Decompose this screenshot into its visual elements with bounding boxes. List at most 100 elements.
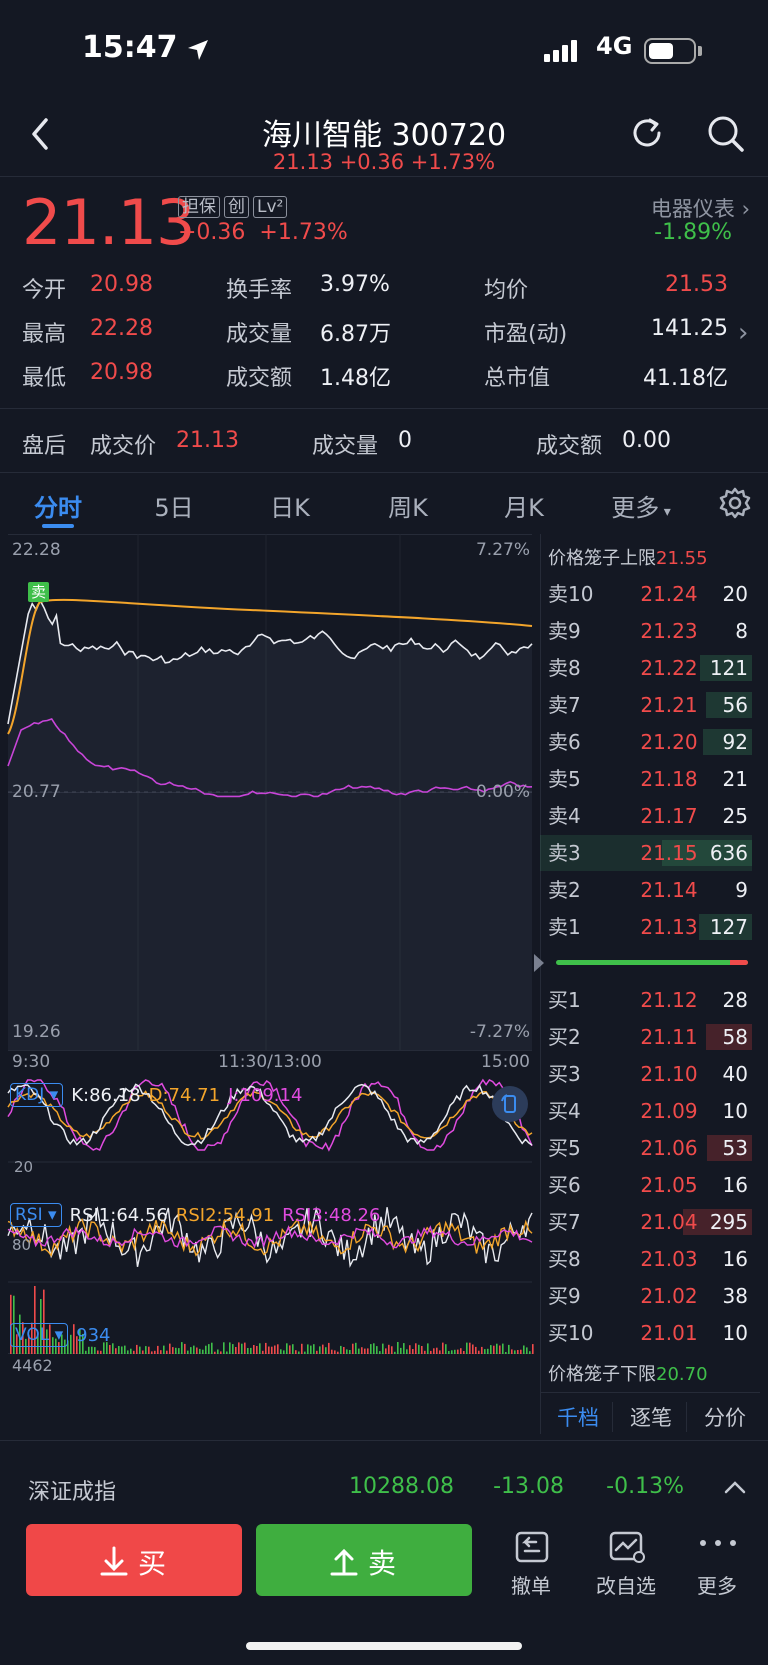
lower-limit-label: 价格笼子下限 bbox=[548, 1364, 656, 1385]
bid-price: 21.10 bbox=[640, 1062, 698, 1086]
volume-bar bbox=[376, 1346, 378, 1354]
volume-bar bbox=[427, 1343, 429, 1354]
volume-bar bbox=[235, 1347, 237, 1354]
volume-bar bbox=[181, 1342, 183, 1354]
tab-level-thousand[interactable]: 千档 bbox=[540, 1402, 616, 1432]
post-volume: 0 bbox=[398, 428, 412, 453]
expand-arrow-icon[interactable] bbox=[532, 952, 546, 974]
bid-row[interactable]: 买9 21.02 38 bbox=[540, 1278, 752, 1314]
buy-arrow-icon bbox=[100, 1546, 128, 1576]
change-pct: +1.73% bbox=[259, 220, 348, 245]
buy-button[interactable]: 买 bbox=[26, 1524, 242, 1596]
ask-row[interactable]: 卖1 21.13 127 bbox=[540, 909, 752, 945]
volume-bar bbox=[232, 1344, 234, 1354]
sell-marker[interactable]: 卖 bbox=[28, 582, 50, 602]
status-bar: 15:47 4G bbox=[0, 0, 768, 100]
ask-row[interactable]: 卖9 21.23 8 bbox=[540, 613, 752, 649]
volume-bar bbox=[163, 1345, 165, 1354]
bid-row[interactable]: 买5 21.06 53 bbox=[540, 1130, 752, 1166]
tab-more[interactable]: 更多 ▾ bbox=[596, 488, 686, 523]
ask-row[interactable]: 卖7 21.21 56 bbox=[540, 687, 752, 723]
stat-label: 成交额 bbox=[226, 366, 293, 391]
sector-link[interactable]: 电器仪表 › bbox=[560, 193, 750, 223]
pct-axis-mid: 0.00% bbox=[475, 782, 530, 802]
volume-bar bbox=[373, 1343, 375, 1354]
volume-bar bbox=[160, 1350, 162, 1354]
stat-value: 41.18亿 bbox=[643, 366, 728, 391]
price-area bbox=[8, 600, 532, 1050]
vol-selector[interactable]: VOL ▾ bbox=[10, 1323, 69, 1347]
index-bar[interactable]: 深证成指 10288.08 -13.08 -0.13% bbox=[0, 1446, 768, 1530]
refresh-icon[interactable] bbox=[628, 114, 666, 152]
watchlist-chart-icon bbox=[609, 1531, 645, 1563]
bid-row[interactable]: 买3 21.10 40 bbox=[540, 1056, 752, 1092]
bid-row[interactable]: 买10 21.01 10 bbox=[540, 1315, 752, 1351]
volume-bar bbox=[409, 1345, 411, 1354]
rsi-selector[interactable]: RSI ▾ bbox=[10, 1203, 62, 1227]
gear-icon[interactable] bbox=[718, 486, 752, 520]
chevron-right-icon[interactable]: › bbox=[738, 318, 748, 348]
bid-row[interactable]: 买8 21.03 16 bbox=[540, 1241, 752, 1277]
volume-bar bbox=[472, 1344, 474, 1354]
bid-row[interactable]: 买4 21.09 10 bbox=[540, 1093, 752, 1129]
ask-row[interactable]: 卖8 21.22 121 bbox=[540, 650, 752, 686]
sell-button[interactable]: 卖 bbox=[256, 1524, 472, 1596]
volume-bar bbox=[454, 1349, 456, 1354]
bid-row[interactable]: 买1 21.12 28 bbox=[540, 982, 752, 1018]
sell-label: 卖 bbox=[368, 1547, 397, 1580]
chevron-up-icon[interactable] bbox=[724, 1480, 746, 1494]
divider bbox=[0, 408, 768, 409]
ask-price: 21.24 bbox=[640, 582, 698, 606]
bid-price: 21.05 bbox=[640, 1173, 698, 1197]
volume-bar bbox=[424, 1350, 426, 1354]
tab-tick-by-tick[interactable]: 逐笔 bbox=[612, 1402, 689, 1432]
ask-row[interactable]: 卖6 21.20 92 bbox=[540, 724, 752, 760]
ask-row[interactable]: 卖2 21.14 9 bbox=[540, 872, 752, 908]
tab-daily-k[interactable]: 日K bbox=[252, 488, 328, 523]
search-icon[interactable] bbox=[706, 114, 746, 154]
kdj-selector[interactable]: KDJ ▾ bbox=[10, 1083, 64, 1107]
volume-bar bbox=[481, 1346, 483, 1354]
volume-bar bbox=[388, 1344, 390, 1354]
post-amount-label: 成交额 bbox=[536, 434, 603, 459]
lower-limit-value: 20.70 bbox=[656, 1364, 708, 1385]
stat-value: 20.98 bbox=[90, 272, 153, 297]
tab-intraday[interactable]: 分时 bbox=[20, 488, 96, 523]
more-button[interactable]: 更多 bbox=[680, 1528, 754, 1598]
kdj-axis: 20 bbox=[14, 1158, 34, 1176]
volume-bar bbox=[220, 1351, 222, 1354]
edit-watchlist-button[interactable]: 改自选 bbox=[586, 1528, 666, 1598]
bid-row[interactable]: 买6 21.05 16 bbox=[540, 1167, 752, 1203]
cancel-order-button[interactable]: 撤单 bbox=[494, 1528, 568, 1598]
stat-value: 1.48亿 bbox=[320, 366, 391, 391]
intraday-chart[interactable] bbox=[0, 534, 536, 1434]
volume-bar bbox=[295, 1350, 297, 1354]
kdj-header: KDJ ▾ K:86.18 D:74.71 J:109.14 bbox=[10, 1083, 302, 1107]
volume-bar bbox=[244, 1342, 246, 1354]
ask-row[interactable]: 卖5 21.18 21 bbox=[540, 761, 752, 797]
ask-row[interactable]: 卖10 21.24 20 bbox=[540, 576, 752, 612]
bid-row[interactable]: 买2 21.11 58 bbox=[540, 1019, 752, 1055]
tab-price-distribution[interactable]: 分价 bbox=[686, 1402, 763, 1432]
volume-bar bbox=[520, 1349, 522, 1354]
tab-weekly-k[interactable]: 周K bbox=[370, 488, 446, 523]
volume-bar bbox=[214, 1351, 216, 1354]
ask-price: 21.22 bbox=[640, 656, 698, 680]
ask-label: 卖4 bbox=[548, 804, 581, 828]
volume-bar bbox=[190, 1347, 192, 1354]
volume-bar bbox=[457, 1349, 459, 1354]
ask-row[interactable]: 卖3 21.15 636 bbox=[540, 835, 752, 871]
tab-5day[interactable]: 5日 bbox=[136, 488, 212, 523]
divider bbox=[0, 176, 768, 177]
rotate-screen-button[interactable] bbox=[492, 1086, 528, 1122]
ask-volume: 9 bbox=[735, 878, 748, 902]
lower-limit: 价格笼子下限20.70 bbox=[548, 1360, 708, 1386]
stat-label: 成交量 bbox=[226, 322, 293, 347]
tab-monthly-k[interactable]: 月K bbox=[486, 488, 562, 523]
ask-row[interactable]: 卖4 21.17 25 bbox=[540, 798, 752, 834]
bid-row[interactable]: 买7 21.04 295 bbox=[540, 1204, 752, 1240]
volume-bar bbox=[151, 1351, 153, 1354]
index-change-pct: -0.13% bbox=[606, 1474, 684, 1499]
volume-bar bbox=[463, 1351, 465, 1354]
rsi-2: RSI2:54.91 bbox=[175, 1204, 275, 1226]
